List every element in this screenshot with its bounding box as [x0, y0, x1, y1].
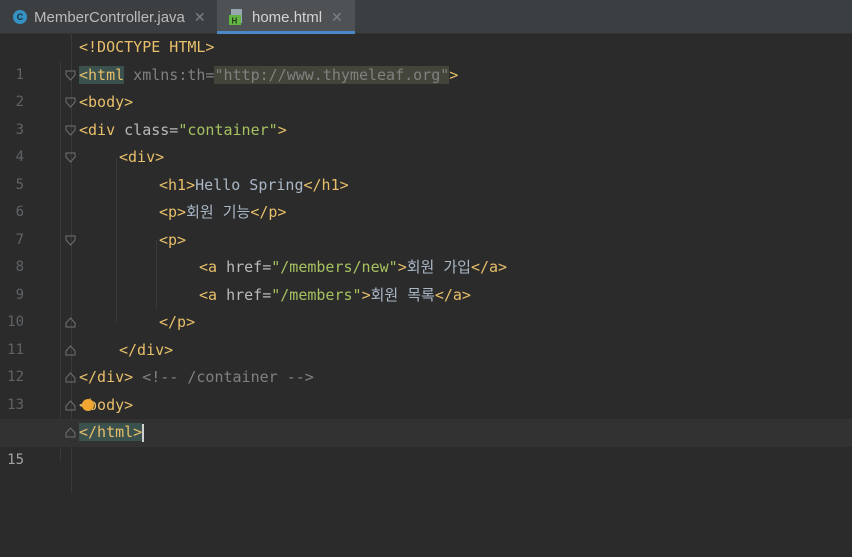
editor-tab-bar: C MemberController.java ✕ H home.html ✕	[0, 0, 852, 34]
tab-membercontroller-java[interactable]: C MemberController.java ✕	[0, 0, 216, 34]
code-token: <h1>	[159, 175, 196, 194]
fold-end-icon[interactable]	[65, 399, 76, 411]
code-token: </h1>	[303, 175, 349, 194]
fold-end-icon[interactable]	[65, 344, 76, 356]
code-token: body>	[88, 395, 134, 414]
code-token: >	[361, 285, 371, 304]
code-token: </p>	[159, 313, 196, 331]
code-token: <body>	[79, 93, 134, 111]
code-editor[interactable]: 1 <!DOCTYPE HTML> 2 <html xmlns:th="http…	[0, 34, 852, 492]
code-token: </a>	[470, 258, 508, 276]
code-token: href=	[217, 258, 272, 276]
fold-end-icon[interactable]	[65, 317, 76, 328]
code-token: <html	[79, 65, 125, 84]
fold-collapse-icon[interactable]	[65, 235, 76, 246]
code-line[interactable]: 3 <body>	[0, 89, 852, 138]
code-token: <a	[199, 258, 218, 276]
code-line[interactable]: 8 <p>	[0, 227, 852, 276]
tab-label: MemberController.java	[34, 8, 185, 26]
code-line[interactable]: 5 <div>	[0, 144, 852, 193]
code-token: </div>	[119, 340, 174, 359]
code-token: Hello Spring	[195, 175, 304, 194]
fold-collapse-icon[interactable]	[65, 70, 76, 81]
code-token: "http://www.thymeleaf.org"	[214, 65, 450, 84]
code-token: "/members/new"	[271, 258, 398, 276]
code-token: <div	[79, 120, 116, 139]
code-token: 회원 기능	[186, 203, 251, 221]
fold-end-icon[interactable]	[65, 427, 76, 438]
code-token: <p>	[159, 203, 187, 221]
code-token: >	[449, 65, 459, 84]
code-token: </html>	[79, 423, 143, 441]
code-token: 회원 목록	[370, 285, 435, 304]
code-line[interactable]: 7 <p>회원 기능</p>	[0, 199, 852, 248]
fold-end-icon[interactable]	[65, 372, 76, 383]
code-line[interactable]: 4 <div class="container">	[0, 117, 852, 166]
code-token: href=	[217, 285, 272, 304]
code-token: </a>	[434, 285, 471, 304]
code-line[interactable]: 1 <!DOCTYPE HTML>	[0, 34, 852, 83]
code-token: "/members"	[271, 285, 362, 304]
code-token: "container"	[178, 120, 278, 139]
code-line[interactable]: 11 </p>	[0, 309, 852, 358]
text-caret	[142, 423, 145, 442]
fold-collapse-icon[interactable]	[65, 97, 76, 108]
code-token: >	[397, 258, 407, 276]
code-line-current[interactable]: 15 </html>	[0, 419, 852, 468]
lightbulb-icon[interactable]	[82, 399, 95, 411]
code-token: </div>	[79, 368, 134, 386]
code-token: <!DOCTYPE HTML>	[79, 38, 215, 56]
code-token: <p>	[159, 230, 187, 249]
code-token: class=	[115, 120, 179, 139]
code-line[interactable]: 13 </div> <!-- /container -->	[0, 364, 852, 413]
close-icon[interactable]: ✕	[194, 9, 206, 26]
tab-home-html[interactable]: H home.html ✕	[217, 0, 355, 34]
code-token: </p>	[250, 203, 287, 221]
code-token: <div>	[119, 148, 165, 166]
code-comment: <!-- /container -->	[133, 368, 314, 386]
code-line[interactable]: 6 <h1>Hello Spring</h1>	[0, 172, 852, 221]
java-class-icon: C	[13, 10, 27, 24]
tab-label: home.html	[252, 8, 323, 26]
line-number: 15	[7, 451, 24, 468]
code-token: 회원 가입	[406, 258, 471, 276]
html-file-icon: H	[228, 8, 246, 26]
fold-collapse-icon[interactable]	[65, 125, 76, 136]
code-token: <a	[199, 285, 218, 304]
close-icon[interactable]: ✕	[331, 9, 343, 26]
code-line[interactable]: 14 <body>	[0, 392, 852, 441]
code-line[interactable]: 10 <a href="/members">회원 목록</a>	[0, 282, 852, 331]
code-line[interactable]: 9 <a href="/members/new">회원 가입</a>	[0, 254, 852, 303]
svg-text:H: H	[232, 17, 238, 26]
fold-collapse-icon[interactable]	[65, 152, 76, 163]
code-line[interactable]: 12 </div>	[0, 337, 852, 386]
code-line[interactable]: 2 <html xmlns:th="http://www.thymeleaf.o…	[0, 62, 852, 110]
code-token: xmlns:th=	[124, 65, 215, 84]
code-token: >	[277, 120, 287, 139]
